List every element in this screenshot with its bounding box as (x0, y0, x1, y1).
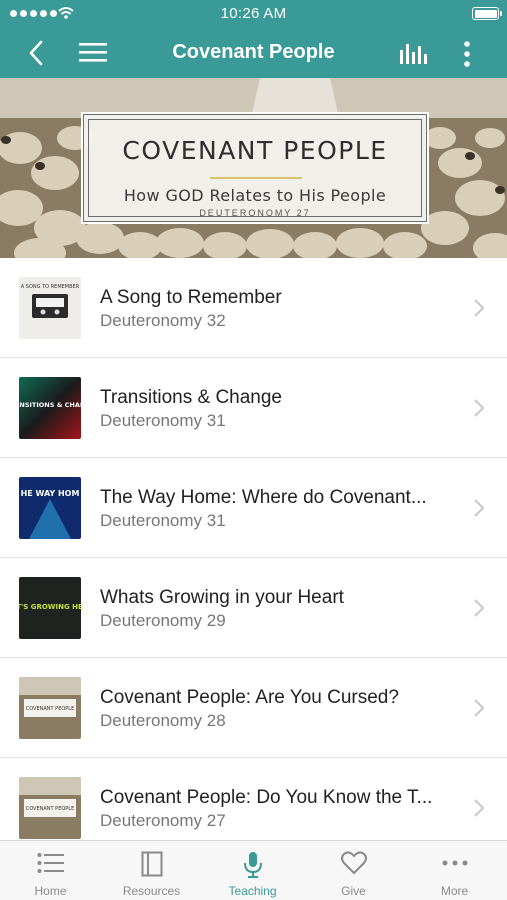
sermon-thumbnail: COVENANT PEOPLE (19, 677, 81, 739)
sermon-scripture: Deuteronomy 31 (100, 511, 226, 530)
sermon-thumbnail: WHAT'S GROWING HEART? (19, 577, 81, 639)
sermon-thumbnail: HE WAY HOM (19, 477, 81, 539)
series-banner: COVENANT PEOPLE How GOD Relates to His P… (0, 78, 507, 258)
tab-label: More (440, 884, 469, 898)
sermon-scripture: Deuteronomy 28 (100, 711, 226, 730)
more-options-icon[interactable] (462, 40, 472, 68)
sermon-scripture: Deuteronomy 31 (100, 411, 226, 430)
chevron-right-icon (474, 699, 485, 717)
thumb-text: WHAT'S GROWING HEART? (19, 603, 81, 611)
thumb-text: TRANSITIONS & CHANGE (19, 401, 81, 409)
sermon-row[interactable]: A SONG TO REMEMBER A Song to Remember De… (0, 258, 507, 358)
list-icon (37, 853, 64, 873)
thumb-text: A SONG TO REMEMBER (21, 284, 80, 290)
chevron-right-icon (474, 599, 485, 617)
sermon-row[interactable]: COVENANT PEOPLE Covenant People: Are You… (0, 658, 507, 758)
banner-reference: DEUTERONOMY 27 (199, 208, 311, 218)
tab-label: Resources (122, 884, 181, 898)
tab-more[interactable]: More (404, 841, 505, 900)
tab-label: Give (341, 884, 366, 898)
tab-give[interactable]: Give (303, 841, 404, 900)
thumb-text: COVENANT PEOPLE (26, 706, 75, 712)
tab-bar: Home Resources Teaching Give More (0, 840, 507, 900)
sermon-scripture: Deuteronomy 29 (100, 611, 226, 630)
sermon-thumbnail: TRANSITIONS & CHANGE (19, 377, 81, 439)
sermon-row[interactable]: WHAT'S GROWING HEART? Whats Growing in y… (0, 558, 507, 658)
sermon-title: Transitions & Change (100, 387, 283, 408)
chevron-right-icon (474, 499, 485, 517)
tab-label: Teaching (228, 884, 277, 898)
banner-title-card: COVENANT PEOPLE How GOD Relates to His P… (81, 112, 429, 224)
tab-label: Home (34, 884, 67, 898)
chevron-right-icon (474, 399, 485, 417)
banner-title: COVENANT PEOPLE (122, 136, 388, 165)
tab-resources[interactable]: Resources (101, 841, 202, 900)
thumb-text: HE WAY HOM (21, 489, 80, 498)
ellipsis-icon (442, 860, 467, 866)
audio-levels-icon[interactable] (400, 40, 430, 66)
tab-home[interactable]: Home (0, 841, 101, 900)
battery-icon (472, 7, 502, 20)
heart-icon (340, 851, 367, 874)
thumb-text: COVENANT PEOPLE (26, 806, 75, 812)
status-time: 10:26 AM (220, 5, 287, 22)
sermon-title: Covenant People: Are You Cursed? (100, 687, 399, 708)
sermon-row[interactable]: COVENANT PEOPLE Covenant People: Do You … (0, 758, 507, 840)
sermon-thumbnail: COVENANT PEOPLE (19, 777, 81, 839)
tab-teaching[interactable]: Teaching (202, 841, 303, 900)
chevron-right-icon (474, 299, 485, 317)
sermon-thumbnail: A SONG TO REMEMBER (19, 277, 81, 339)
sermon-title: The Way Home: Where do Covenant... (100, 487, 427, 508)
sermon-scripture: Deuteronomy 27 (100, 811, 226, 830)
banner-divider (210, 177, 302, 179)
nav-bar: Covenant People (0, 28, 507, 78)
page-title: Covenant People (172, 41, 335, 63)
sermon-row[interactable]: HE WAY HOM The Way Home: Where do Covena… (0, 458, 507, 558)
sermon-title: A Song to Remember (100, 287, 282, 308)
sermon-title: Covenant People: Do You Know the T... (100, 787, 433, 808)
status-bar: 10:26 AM (0, 0, 507, 28)
sermon-list: A SONG TO REMEMBER A Song to Remember De… (0, 258, 507, 840)
banner-subtitle: How GOD Relates to His People (123, 186, 387, 205)
microphone-icon (243, 852, 262, 878)
sermon-scripture: Deuteronomy 32 (100, 311, 226, 330)
sermon-title: Whats Growing in your Heart (100, 587, 344, 608)
chevron-right-icon (474, 799, 485, 817)
book-icon (141, 851, 162, 877)
sermon-row[interactable]: TRANSITIONS & CHANGE Transitions & Chang… (0, 358, 507, 458)
